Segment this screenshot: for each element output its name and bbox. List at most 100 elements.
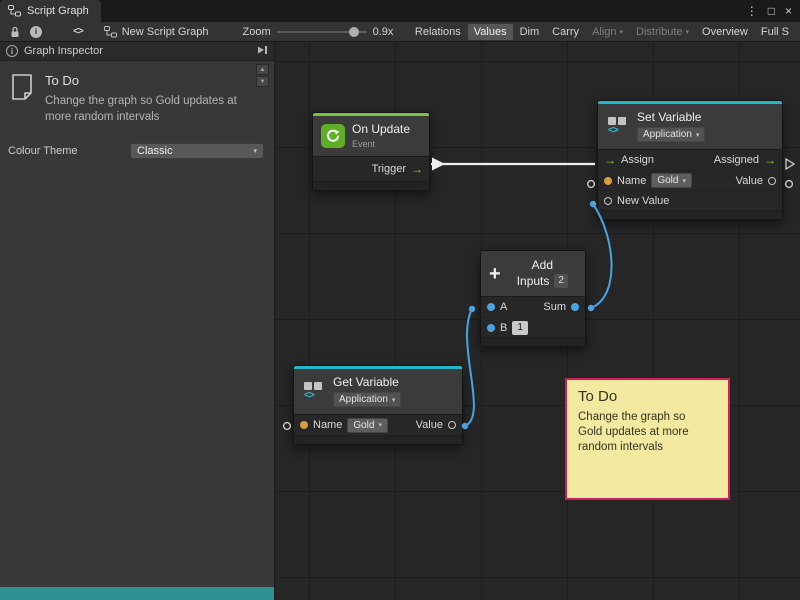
toolbar-button-group: Relations Values Dim Carry Align ▾ Distr… bbox=[409, 24, 795, 40]
add-icon: + bbox=[489, 265, 501, 283]
carry-button[interactable]: Carry bbox=[546, 24, 585, 40]
assign-input-port[interactable]: → bbox=[604, 154, 616, 166]
overview-button[interactable]: Overview bbox=[696, 24, 754, 40]
distribute-button[interactable]: Distribute ▾ bbox=[630, 24, 695, 40]
input-count-badge[interactable]: 2 bbox=[554, 274, 568, 288]
zoom-value: 0.9x bbox=[373, 26, 394, 38]
connection-arrowhead-icon bbox=[432, 158, 445, 171]
tab-title: Script Graph bbox=[27, 5, 89, 17]
graph-name-label[interactable]: New Script Graph bbox=[122, 26, 209, 38]
inspector-scrollbar: ▲ ▼ bbox=[256, 64, 269, 87]
info-icon[interactable]: i bbox=[30, 26, 42, 38]
assigned-port-label: Assigned bbox=[714, 154, 759, 166]
sum-port-label: Sum bbox=[543, 301, 566, 313]
graph-canvas[interactable]: On Update Event Trigger → <> Set Variabl… bbox=[275, 42, 800, 600]
chevron-down-icon: ▾ bbox=[686, 28, 690, 36]
scroll-down-icon[interactable]: ▼ bbox=[256, 76, 269, 87]
sticky-note-title[interactable]: To Do bbox=[578, 388, 717, 405]
variable-icon: <> bbox=[606, 116, 630, 138]
variable-icon: <> bbox=[302, 381, 326, 403]
node-on-update[interactable]: On Update Event Trigger → bbox=[312, 112, 430, 191]
note-text-field[interactable]: Change the graph so Gold updates at more… bbox=[45, 94, 245, 125]
variable-scope-dropdown[interactable]: Application ▾ bbox=[333, 392, 401, 407]
node-get-variable[interactable]: <> Get Variable Application ▾ Name Gold … bbox=[293, 365, 463, 445]
a-input-port[interactable] bbox=[487, 303, 495, 311]
name-input-port[interactable] bbox=[300, 421, 308, 429]
chevron-down-icon: ▾ bbox=[696, 131, 700, 139]
graph-file-icon bbox=[104, 26, 117, 38]
sum-output-port[interactable] bbox=[571, 303, 579, 311]
colour-theme-label: Colour Theme bbox=[8, 145, 130, 157]
note-title-field[interactable]: To Do bbox=[45, 73, 245, 88]
name-input-edge-port[interactable] bbox=[588, 181, 595, 188]
variable-scope-dropdown[interactable]: Application ▾ bbox=[637, 127, 705, 142]
name-input-port[interactable] bbox=[604, 177, 612, 185]
wire-endpoint bbox=[590, 201, 596, 207]
b-port-label: B bbox=[500, 322, 507, 334]
b-input-port[interactable] bbox=[487, 324, 495, 332]
zoom-slider[interactable] bbox=[277, 26, 367, 38]
inspector-header: i Graph Inspector bbox=[0, 42, 274, 61]
trigger-output-port[interactable]: → bbox=[411, 163, 423, 175]
fullscreen-button[interactable]: Full S bbox=[755, 24, 795, 40]
script-graph-icon bbox=[8, 5, 21, 17]
inspector-note-block: To Do Change the graph so Gold updates a… bbox=[0, 61, 274, 125]
node-subtitle: Event bbox=[352, 139, 410, 149]
sticky-note[interactable]: To Do Change the graph so Gold updates a… bbox=[565, 378, 730, 500]
relations-button[interactable]: Relations bbox=[409, 24, 467, 40]
zoom-slider-handle[interactable] bbox=[349, 27, 359, 37]
align-button[interactable]: Align ▾ bbox=[586, 24, 629, 40]
edit-code-icon[interactable]: <> bbox=[73, 26, 83, 37]
lock-icon[interactable] bbox=[10, 26, 20, 38]
value-port-label: Value bbox=[736, 175, 763, 187]
graph-inspector-panel: i Graph Inspector ▲ ▼ To Do Change the g… bbox=[0, 42, 275, 600]
zoom-label: Zoom bbox=[243, 26, 271, 38]
wire-endpoint bbox=[588, 305, 594, 311]
chevron-down-icon: ▾ bbox=[378, 421, 382, 429]
wire-endpoint bbox=[469, 306, 475, 312]
name-port-label: Name bbox=[313, 419, 342, 431]
chevron-down-icon: ▾ bbox=[392, 396, 396, 404]
connection-value-a[interactable] bbox=[465, 309, 474, 426]
assign-port-label: Assign bbox=[621, 154, 654, 166]
colour-theme-row: Colour Theme Classic ▾ bbox=[8, 143, 264, 159]
scroll-up-icon[interactable]: ▲ bbox=[256, 64, 269, 75]
new-value-input-port[interactable] bbox=[604, 197, 612, 205]
assigned-output-edge-port[interactable] bbox=[786, 159, 794, 169]
node-title: On Update bbox=[352, 123, 410, 136]
a-port-label: A bbox=[500, 301, 507, 313]
new-value-port-label: New Value bbox=[617, 195, 669, 207]
close-icon[interactable]: × bbox=[785, 4, 792, 18]
trigger-port-label: Trigger bbox=[372, 163, 406, 175]
graph-toolbar: i <> New Script Graph Zoom 0.9x Relation… bbox=[0, 22, 800, 42]
dock-icon[interactable] bbox=[257, 45, 268, 58]
b-value-field[interactable]: 1 bbox=[512, 321, 528, 335]
name-input-edge-port[interactable] bbox=[284, 423, 291, 430]
name-port-label: Name bbox=[617, 175, 646, 187]
node-set-variable[interactable]: <> Set Variable Application ▾ → Assign A… bbox=[597, 100, 783, 220]
maximize-icon[interactable]: □ bbox=[768, 4, 775, 18]
dim-button[interactable]: Dim bbox=[514, 24, 546, 40]
chevron-down-icon: ▾ bbox=[620, 28, 624, 36]
node-title: Get Variable bbox=[333, 376, 401, 389]
value-output-edge-port[interactable] bbox=[786, 181, 793, 188]
value-output-port[interactable] bbox=[448, 421, 456, 429]
value-port-label: Value bbox=[416, 419, 443, 431]
window-menu-icon[interactable]: ⋮ bbox=[746, 4, 758, 18]
inspector-title: Graph Inspector bbox=[24, 45, 103, 57]
tab-script-graph[interactable]: Script Graph bbox=[0, 0, 101, 22]
panel-bottom-accent bbox=[0, 587, 274, 600]
chevron-down-icon: ▾ bbox=[253, 147, 257, 155]
variable-name-dropdown[interactable]: Gold ▾ bbox=[347, 418, 388, 433]
node-add[interactable]: + Add Inputs 2 A Sum B 1 bbox=[480, 250, 586, 347]
on-update-event-icon bbox=[321, 124, 345, 148]
colour-theme-dropdown[interactable]: Classic ▾ bbox=[130, 143, 264, 159]
assigned-output-port[interactable]: → bbox=[764, 154, 776, 166]
variable-name-dropdown[interactable]: Gold ▾ bbox=[651, 173, 692, 188]
window-controls: ⋮ □ × bbox=[746, 4, 800, 18]
info-icon: i bbox=[6, 45, 18, 57]
value-output-port[interactable] bbox=[768, 177, 776, 185]
sticky-note-text[interactable]: Change the graph so Gold updates at more… bbox=[578, 410, 706, 456]
node-title: Add bbox=[532, 259, 553, 272]
values-button[interactable]: Values bbox=[468, 24, 513, 40]
